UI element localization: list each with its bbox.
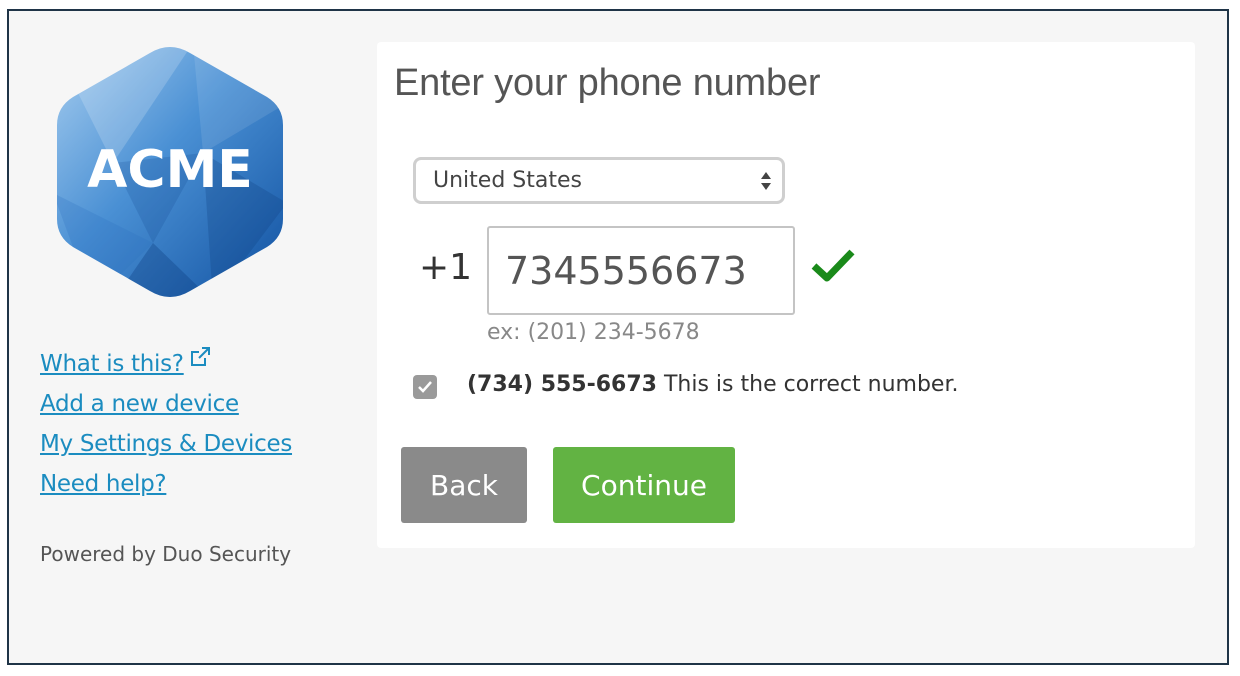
powered-by-text: Powered by Duo Security bbox=[40, 542, 292, 566]
settings-devices-link[interactable]: My Settings & Devices bbox=[40, 424, 292, 464]
sidebar: ACME What is this? Add a new device My S… bbox=[9, 11, 349, 663]
checkmark-icon bbox=[811, 249, 855, 282]
need-help-link[interactable]: Need help? bbox=[40, 464, 292, 504]
page-title: Enter your phone number bbox=[394, 62, 821, 104]
what-is-this-link[interactable]: What is this? bbox=[40, 344, 292, 384]
logo-text: ACME bbox=[87, 140, 253, 200]
what-is-this-label: What is this? bbox=[40, 351, 184, 377]
select-arrows-icon bbox=[761, 172, 771, 190]
add-device-link[interactable]: Add a new device bbox=[40, 384, 292, 424]
external-link-icon bbox=[190, 347, 210, 366]
acme-logo: ACME bbox=[57, 47, 283, 297]
confirm-number-checkbox[interactable] bbox=[413, 375, 437, 399]
phone-example-text: ex: (201) 234-5678 bbox=[487, 320, 700, 345]
checkbox-check-icon bbox=[418, 381, 432, 393]
confirm-number-text: This is the correct number. bbox=[663, 372, 959, 397]
confirm-number-value: (734) 555-6673 bbox=[467, 372, 657, 397]
continue-button[interactable]: Continue bbox=[553, 447, 735, 523]
phone-number-input[interactable] bbox=[487, 226, 795, 315]
country-select[interactable]: United States bbox=[413, 157, 785, 204]
sidebar-links: What is this? Add a new device My Settin… bbox=[40, 344, 292, 504]
app-frame: ACME What is this? Add a new device My S… bbox=[7, 9, 1229, 665]
country-code: +1 bbox=[419, 247, 473, 288]
enroll-panel: Enter your phone number United States +1… bbox=[377, 42, 1195, 548]
country-select-value: United States bbox=[433, 168, 582, 193]
confirm-number-label: (734) 555-6673 This is the correct numbe… bbox=[467, 372, 958, 397]
back-button[interactable]: Back bbox=[401, 447, 527, 523]
